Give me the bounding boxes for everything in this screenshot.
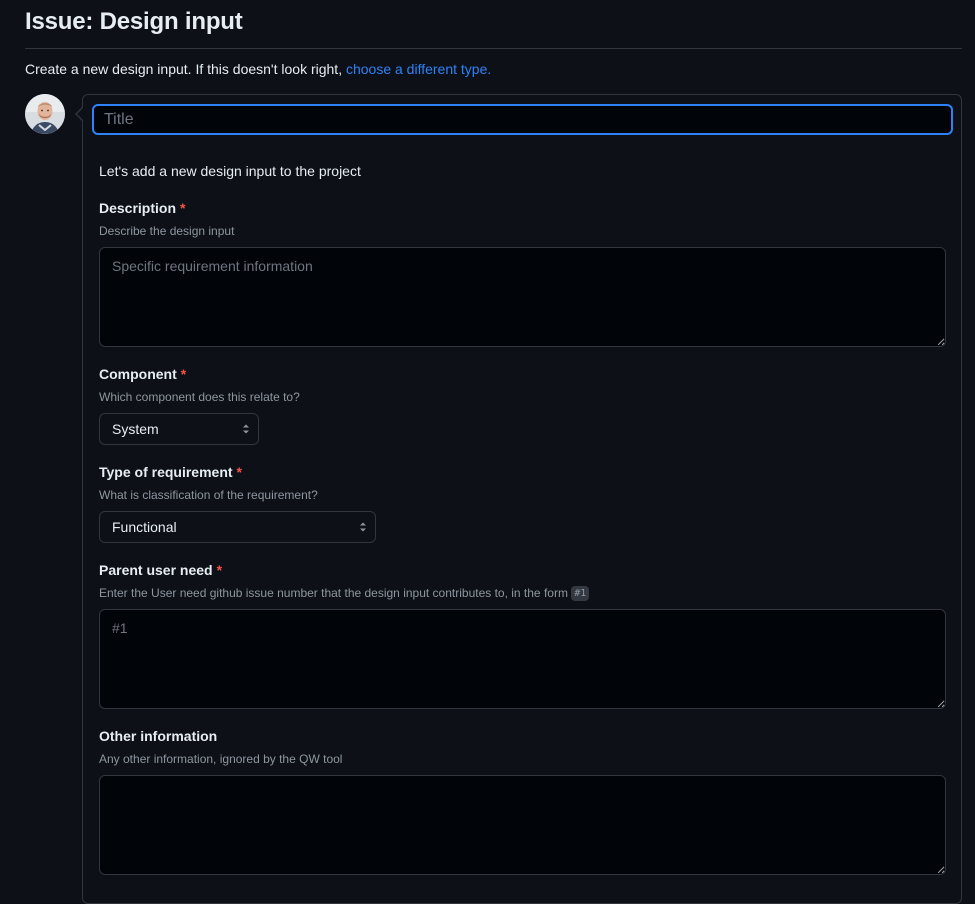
required-marker: * — [216, 562, 223, 578]
subtitle-text: Create a new design input. If this doesn… — [25, 61, 346, 77]
required-marker: * — [180, 200, 186, 216]
parent-user-need-label-text: Parent user need — [99, 562, 213, 578]
parent-user-need-textarea[interactable] — [99, 609, 946, 709]
page-title: Issue: Design input — [25, 8, 243, 35]
type-of-requirement-hint: What is classification of the requiremen… — [99, 488, 318, 502]
other-information-hint: Any other information, ignored by the QW… — [99, 752, 343, 766]
description-label-text: Description — [99, 200, 177, 216]
chevron-up-down-icon — [243, 424, 249, 434]
description-hint: Describe the design input — [99, 224, 235, 238]
description-textarea[interactable] — [99, 247, 946, 347]
title-input[interactable] — [92, 104, 953, 135]
component-label-text: Component — [99, 366, 177, 382]
choose-different-type-link[interactable]: choose a different type. — [346, 61, 491, 77]
page-header: Issue: Design input — [25, 6, 962, 49]
description-label: Description * — [99, 198, 185, 218]
chevron-up-down-icon — [360, 522, 366, 532]
user-avatar-image — [25, 94, 65, 134]
type-of-requirement-select-value: Functional — [112, 519, 177, 535]
parent-user-need-label: Parent user need * — [99, 560, 222, 580]
other-information-textarea[interactable] — [99, 775, 946, 875]
type-of-requirement-select[interactable]: Functional — [99, 511, 376, 543]
page-subtitle: Create a new design input. If this doesn… — [25, 59, 491, 79]
parent-user-need-hint: Enter the User need github issue number … — [99, 584, 590, 602]
other-information-label: Other information — [99, 726, 217, 746]
avatar[interactable] — [25, 94, 65, 134]
issue-form: Let's add a new design input to the proj… — [75, 94, 962, 904]
component-label: Component * — [99, 364, 186, 384]
parent-user-need-hint-text: Enter the User need github issue number … — [99, 586, 572, 600]
required-marker: * — [236, 464, 242, 480]
type-of-requirement-label-text: Type of requirement — [99, 464, 233, 480]
issue-number-code: #1 — [571, 586, 590, 601]
required-marker: * — [180, 366, 187, 382]
form-intro: Let's add a new design input to the proj… — [99, 163, 361, 179]
component-select-value: System — [112, 421, 159, 437]
component-select[interactable]: System — [99, 413, 259, 445]
other-information-label-text: Other information — [99, 728, 218, 744]
component-hint: Which component does this relate to? — [99, 390, 300, 404]
type-of-requirement-label: Type of requirement * — [99, 462, 242, 482]
